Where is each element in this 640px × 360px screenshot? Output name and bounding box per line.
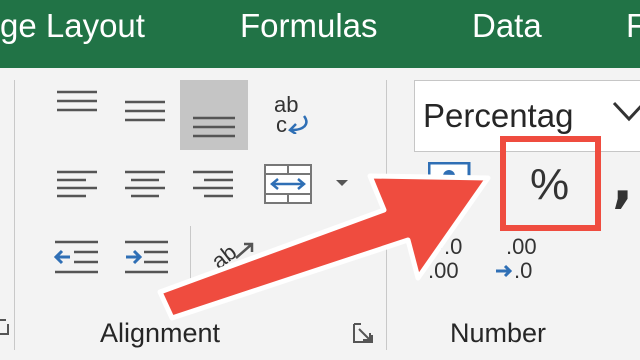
annotation-arrow-icon (157, 173, 491, 321)
